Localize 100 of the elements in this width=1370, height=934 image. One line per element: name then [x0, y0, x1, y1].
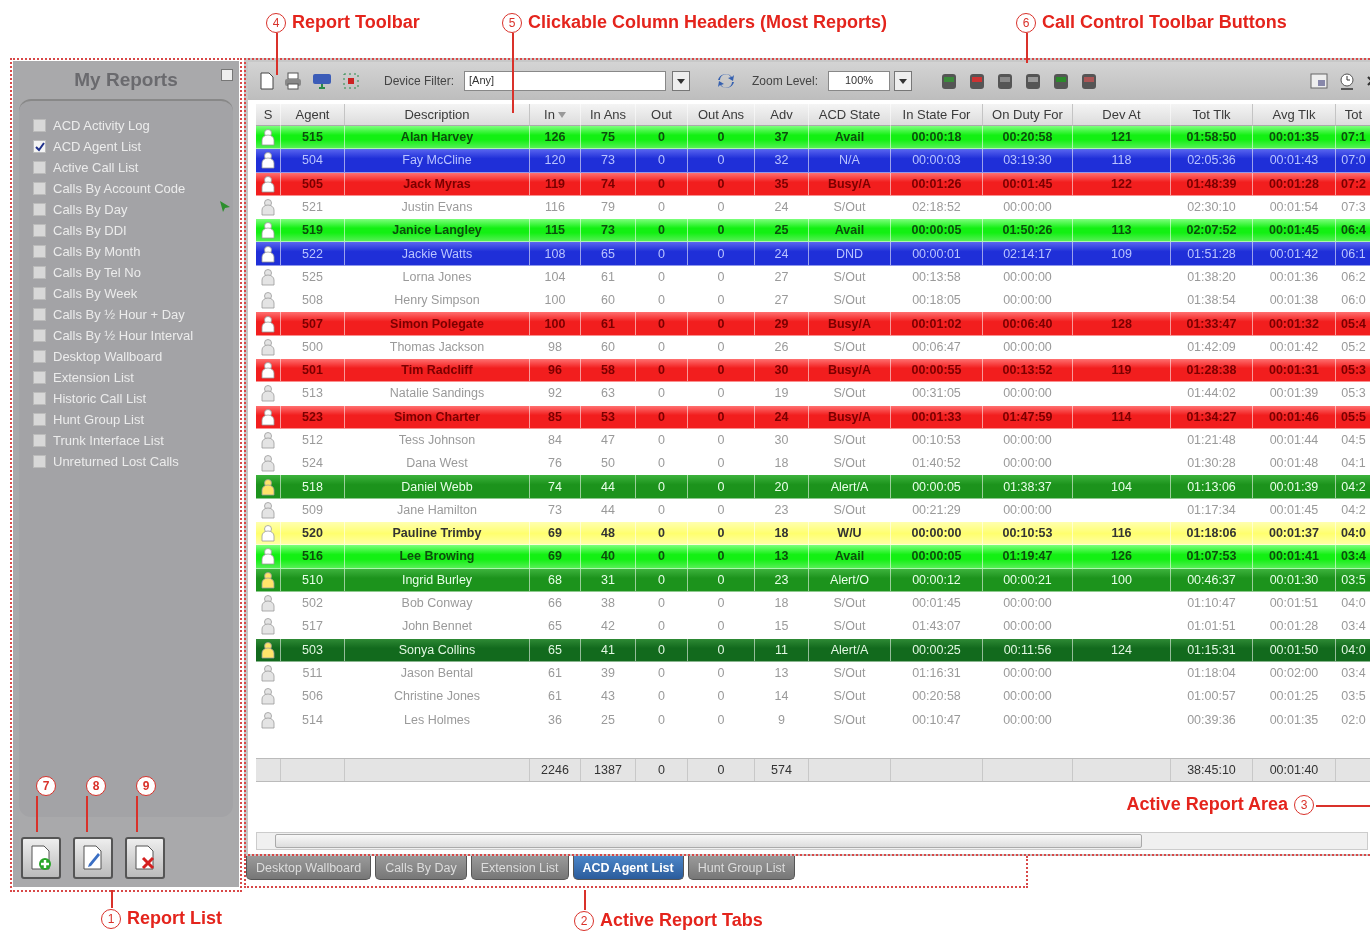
agent-icon — [260, 454, 276, 473]
column-header[interactable]: Description — [345, 104, 530, 126]
table-row[interactable]: 503 Sonya Collins 65 41 0 0 11 Alert/A 00:00:25 00:11:56 124 01:15:31 00:01:50 04:0 — [256, 638, 1370, 662]
report-item[interactable]: Calls By Tel No — [53, 265, 141, 280]
column-header[interactable]: In — [530, 104, 581, 126]
telephone-icon[interactable] — [1080, 71, 1099, 91]
table-row[interactable]: 516 Lee Browing 69 40 0 0 13 Avail 00:00:05 01:19:47 126 01:07:53 00:01:41 03:4 — [256, 545, 1370, 569]
report-item[interactable]: Calls By Month — [53, 244, 141, 259]
checkbox[interactable] — [33, 140, 46, 153]
report-tab[interactable]: Hunt Group List — [687, 856, 796, 880]
add-report-button[interactable] — [21, 837, 61, 879]
horizontal-scrollbar[interactable] — [256, 832, 1368, 850]
column-header[interactable]: S — [256, 104, 281, 126]
checkbox[interactable] — [33, 287, 46, 300]
dropdown-icon[interactable] — [672, 71, 690, 91]
column-header[interactable]: Out — [636, 104, 688, 126]
table-cell: 02:0 — [1341, 712, 1366, 727]
clock-icon[interactable] — [1338, 72, 1356, 90]
column-header[interactable]: On Duty For — [983, 104, 1073, 126]
report-item[interactable]: Desktop Wallboard — [53, 349, 163, 364]
report-item[interactable]: ACD Agent List — [53, 139, 142, 154]
table-row[interactable]: 520 Pauline Trimby 69 48 0 0 18 W/U 00:00:00 00:10:53 116 01:18:06 00:01:37 04:0 — [256, 522, 1370, 546]
report-tab[interactable]: Extension List — [470, 856, 569, 880]
table-row[interactable]: 501 Tim Radcliff 96 58 0 0 30 Busy/A 00:00:55 00:13:52 119 01:28:38 00:01:31 05:3 — [256, 358, 1370, 383]
report-tab[interactable]: Calls By Day — [375, 856, 467, 880]
checkbox[interactable] — [33, 245, 46, 258]
checkbox[interactable] — [33, 182, 46, 195]
table-row[interactable]: 519 Janice Langley 115 73 0 0 25 Avail 00:00:05 01:50:26 113 02:07:52 00:01:45 06:4 — [256, 219, 1370, 243]
column-header[interactable]: Avg Tlk — [1253, 104, 1336, 126]
checkbox[interactable] — [33, 161, 46, 174]
column-header[interactable]: Dev At — [1073, 104, 1171, 126]
refresh-icon[interactable] — [716, 71, 736, 91]
table-cell: 521 — [302, 200, 323, 215]
report-item[interactable]: Trunk Interface List — [53, 433, 164, 448]
column-header[interactable]: In Ans — [581, 104, 636, 126]
report-tab[interactable]: Desktop Wallboard — [246, 856, 372, 880]
report-item[interactable]: Historic Call List — [53, 391, 147, 406]
telephone-icon[interactable] — [996, 71, 1015, 91]
checkbox[interactable] — [33, 329, 46, 342]
checkbox[interactable] — [33, 413, 46, 426]
table-cell: Avail — [834, 223, 865, 238]
new-document-icon[interactable] — [260, 72, 274, 90]
report-item[interactable]: Calls By Week — [53, 286, 138, 301]
checkbox[interactable] — [33, 266, 46, 279]
table-row[interactable]: 515 Alan Harvey 126 75 0 0 37 Avail 00:00:18 00:20:58 121 01:58:50 00:01:35 07:1 — [256, 126, 1370, 150]
report-item[interactable]: Calls By DDI — [53, 223, 127, 238]
checkbox[interactable] — [33, 350, 46, 363]
table-cell: 69 — [548, 549, 562, 564]
zoom-level-field[interactable]: 100% — [828, 71, 891, 91]
delete-report-button[interactable] — [125, 837, 165, 879]
window-icon[interactable] — [1310, 72, 1328, 90]
telephone-icon[interactable] — [968, 71, 987, 91]
checkbox[interactable] — [33, 308, 46, 321]
printer-icon[interactable] — [284, 72, 302, 90]
report-item[interactable]: Active Call List — [53, 160, 139, 175]
column-header[interactable]: In State For — [891, 104, 983, 126]
checkbox[interactable] — [33, 455, 46, 468]
column-header[interactable]: Tot Tlk — [1171, 104, 1253, 126]
column-header[interactable]: Agent — [281, 104, 345, 126]
report-item[interactable]: ACD Activity Log — [53, 118, 150, 133]
telephone-icon[interactable] — [940, 71, 959, 91]
column-header[interactable]: Adv — [755, 104, 809, 126]
checkbox[interactable] — [33, 371, 46, 384]
table-cell: 0 — [717, 293, 725, 308]
device-filter-field[interactable]: [Any] — [464, 71, 666, 91]
table-cell: 01:28:38 — [1186, 363, 1237, 378]
report-item[interactable]: Unreturned Lost Calls — [53, 454, 179, 469]
edit-report-button[interactable] — [73, 837, 113, 879]
table-row[interactable]: 510 Ingrid Burley 68 31 0 0 23 Alert/O 00:00:12 00:00:21 100 00:46:37 00:01:30 03:5 — [256, 568, 1370, 592]
collapse-icon[interactable] — [221, 69, 233, 81]
table-row[interactable]: 504 Fay McCline 120 73 0 0 32 N/A 00:00:03 03:19:30 118 02:05:36 00:01:43 07:0 — [256, 149, 1370, 173]
report-item[interactable]: Calls By Day — [53, 202, 128, 217]
report-item[interactable]: Hunt Group List — [53, 412, 145, 427]
monitor-icon[interactable] — [312, 72, 332, 90]
column-header[interactable]: ACD State — [809, 104, 891, 126]
checkbox[interactable] — [33, 203, 46, 216]
table-row[interactable]: 507 Simon Polegate 100 61 0 0 29 Busy/A 00:01:02 00:06:40 128 01:33:47 00:01:32 05:4 — [256, 312, 1370, 336]
checkbox[interactable] — [33, 434, 46, 447]
column-header[interactable]: Tot — [1336, 104, 1370, 126]
telephone-icon[interactable] — [1052, 71, 1071, 91]
table-row[interactable]: 522 Jackie Watts 108 65 0 0 24 DND 00:00:01 02:14:17 109 01:51:28 00:01:42 06:1 — [256, 242, 1370, 266]
report-item[interactable]: Calls By Account Code — [53, 181, 186, 196]
report-tab[interactable]: ACD Agent List — [572, 856, 684, 880]
table-cell: 03:5 — [1341, 572, 1366, 587]
checkbox[interactable] — [33, 119, 46, 132]
table-cell: 0 — [717, 176, 725, 191]
table-cell: 0 — [717, 502, 725, 517]
dropdown-icon[interactable] — [894, 71, 913, 91]
table-row[interactable]: 523 Simon Charter 85 53 0 0 24 Busy/A 00:01:33 01:47:59 114 01:34:27 00:01:46 05:5 — [256, 405, 1370, 429]
report-item[interactable]: Calls By ½ Hour + Day — [53, 307, 185, 322]
table-cell: 01:51:28 — [1187, 246, 1236, 261]
report-item[interactable]: Calls By ½ Hour Interval — [53, 328, 194, 343]
table-row[interactable]: 518 Daniel Webb 74 44 0 0 20 Alert/A 00:00:05 01:38:37 104 01:13:06 00:01:39 04:2 — [256, 475, 1370, 499]
table-row[interactable]: 505 Jack Myras 119 74 0 0 35 Busy/A 00:01:26 00:01:45 122 01:48:39 00:01:28 07:2 — [256, 172, 1370, 196]
column-header[interactable]: Out Ans — [688, 104, 755, 126]
telephone-icon[interactable] — [1024, 71, 1043, 91]
checkbox[interactable] — [33, 224, 46, 237]
report-item[interactable]: Extension List — [53, 370, 134, 385]
selection-icon[interactable] — [342, 72, 360, 90]
checkbox[interactable] — [33, 392, 46, 405]
